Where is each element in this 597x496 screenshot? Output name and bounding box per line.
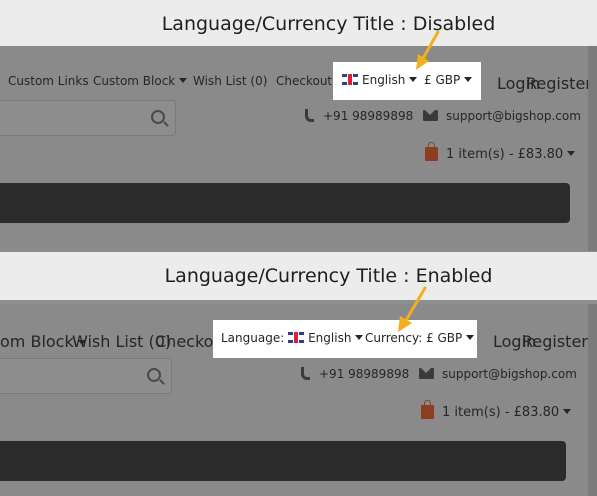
currency-dropdown[interactable]: £ GBP: [424, 73, 473, 87]
language-currency-highlight: Language: English Currency: £ GBP: [213, 320, 477, 358]
language-value: English: [362, 73, 406, 87]
nav-custom-links[interactable]: Custom Links: [8, 74, 89, 88]
search-input[interactable]: [0, 100, 176, 136]
chevron-down-icon: [355, 335, 364, 340]
arrow-pointer-disabled: [416, 30, 440, 70]
email-contact[interactable]: support@bigshop.com: [423, 109, 581, 123]
email-address: support@bigshop.com: [446, 109, 581, 123]
main-menu-bar: [0, 183, 570, 223]
phone-number: +91 98989898: [323, 109, 414, 123]
store-header-disabled: Custom Links Custom Block Wish List (0) …: [0, 46, 592, 251]
page-edge: [588, 46, 597, 251]
title-enabled-band: Language/Currency Title : Enabled: [0, 252, 597, 300]
chevron-down-icon: [409, 77, 418, 82]
title-disabled-band: Language/Currency Title : Disabled: [0, 0, 597, 48]
cart-total: 1 item(s) - £83.80: [446, 147, 564, 162]
currency-value: £ GBP: [424, 73, 461, 87]
phone-number: +91 98989898: [319, 367, 410, 381]
uk-flag-icon: [288, 332, 305, 343]
chevron-down-icon: [466, 335, 475, 340]
phone-icon: [304, 109, 315, 122]
chevron-down-icon: [567, 151, 576, 156]
language-dropdown[interactable]: English: [342, 73, 418, 87]
uk-flag-icon: [342, 74, 358, 85]
language-label: Language:: [221, 331, 285, 345]
arrow-pointer-enabled: [398, 286, 427, 332]
nav-custom-block-label: om Block: [0, 332, 74, 351]
chevron-down-icon: [464, 77, 473, 82]
phone-contact: +91 98989898: [304, 109, 413, 123]
mail-icon: [419, 368, 434, 379]
store-header-enabled: om Block Wish List (0) Checkout Language…: [0, 304, 588, 496]
language-currency-highlight: English £ GBP: [333, 62, 481, 100]
email-contact[interactable]: support@bigshop.com: [419, 367, 577, 381]
email-address: support@bigshop.com: [442, 367, 577, 381]
search-icon[interactable]: [151, 110, 165, 124]
main-menu-bar: [0, 441, 566, 481]
cart-total: 1 item(s) - £83.80: [442, 405, 560, 420]
nav-checkout[interactable]: Checkout: [276, 74, 332, 88]
shopping-bag-icon: [425, 142, 438, 161]
nav-wish-list[interactable]: Wish List (0): [193, 74, 267, 88]
title-enabled: Language/Currency Title : Enabled: [164, 265, 493, 287]
cart-summary[interactable]: 1 item(s) - £83.80: [421, 400, 572, 420]
language-value: English: [308, 331, 352, 345]
register-link[interactable]: Register: [526, 74, 592, 93]
nav-custom-block[interactable]: Custom Block: [93, 74, 188, 88]
phone-icon: [300, 367, 311, 380]
cart-summary[interactable]: 1 item(s) - £83.80: [425, 142, 576, 162]
search-input[interactable]: [0, 358, 172, 394]
shopping-bag-icon: [421, 400, 434, 419]
register-link[interactable]: Register: [522, 332, 588, 351]
chevron-down-icon: [563, 409, 572, 414]
language-dropdown[interactable]: Language: English: [221, 331, 364, 345]
nav-custom-block-label: Custom Block: [93, 74, 176, 88]
phone-contact: +91 98989898: [300, 367, 409, 381]
mail-icon: [423, 110, 438, 121]
top-links-bar: Custom Links Custom Block Wish List (0) …: [0, 46, 588, 88]
search-icon[interactable]: [147, 368, 161, 382]
chevron-down-icon: [179, 78, 188, 83]
page-edge: [588, 304, 597, 496]
